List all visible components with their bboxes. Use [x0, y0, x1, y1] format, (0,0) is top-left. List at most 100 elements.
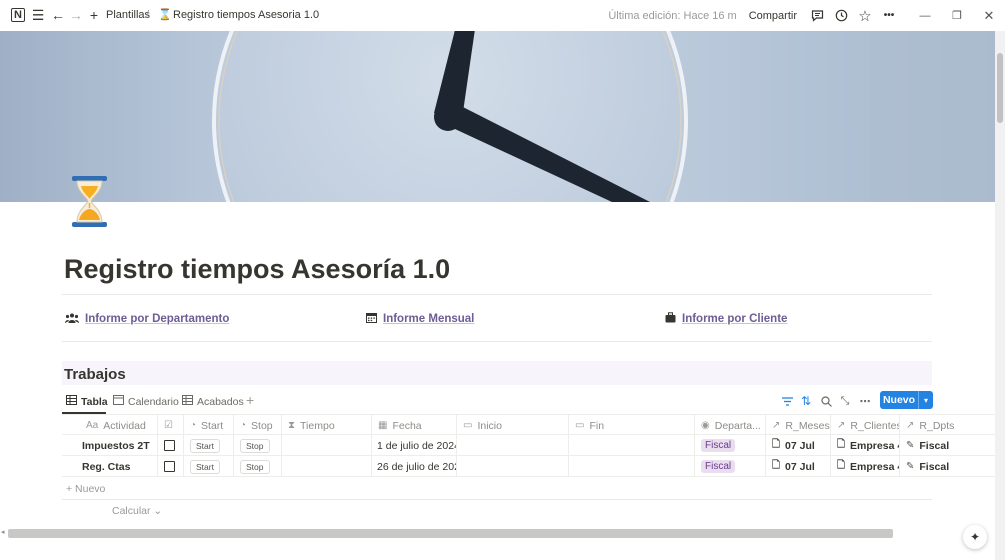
vertical-scrollbar-thumb[interactable] [997, 53, 1003, 123]
more-options-icon[interactable]: ⋯ [857, 393, 873, 409]
scroll-left-arrow-icon[interactable]: ◂ [1, 528, 5, 536]
title-divider [62, 294, 932, 295]
forward-arrow-icon[interactable]: → [66, 5, 86, 25]
cell-fecha[interactable]: 26 de julio de 2024 [372, 456, 457, 477]
restore-window-icon[interactable]: ❐ [941, 0, 973, 31]
cell-fin[interactable] [569, 435, 695, 456]
close-window-icon[interactable]: ✕ [973, 0, 1005, 31]
hourglass-icon[interactable] [70, 172, 110, 228]
report-link-cliente[interactable]: Informe por Cliente [665, 312, 787, 326]
minimize-window-icon[interactable]: — [909, 0, 941, 31]
checkbox[interactable] [164, 440, 175, 451]
column-header-label: Fin [589, 419, 605, 432]
report-link-label: Informe por Departamento [85, 313, 230, 325]
column-header-fecha[interactable]: ▦ Fecha [372, 415, 457, 436]
cell-fin[interactable] [569, 456, 695, 477]
cell-inicio[interactable] [457, 456, 569, 477]
column-header-tiempo[interactable]: ⧗ Tiempo [282, 415, 372, 436]
cell-stop: Stop [234, 435, 282, 456]
report-link-departamento[interactable]: Informe por Departamento [65, 312, 229, 326]
breadcrumb-current-page[interactable]: Registro tiempos Asesoria 1.0 [173, 9, 319, 21]
cell-r-meses[interactable]: 🗋 07 Jul [766, 435, 831, 456]
more-options-icon[interactable]: ••• [879, 6, 899, 26]
cell-actividad[interactable]: Impuestos 2T [62, 435, 158, 456]
cell-r-meses[interactable]: 🗋 07 Jul [766, 456, 831, 477]
cell-r-dpts[interactable]: ✎ Fiscal [900, 456, 995, 477]
notion-logo-icon[interactable]: N [11, 8, 25, 22]
start-button[interactable]: Start [190, 438, 220, 453]
expand-icon[interactable]: ⤡ [837, 393, 853, 409]
stop-button[interactable]: Stop [240, 438, 270, 453]
back-arrow-icon[interactable]: ← [48, 5, 68, 25]
cell-actividad[interactable]: Reg. Ctas [62, 456, 158, 477]
database-title[interactable]: Trabajos [64, 366, 126, 383]
tab-acabados[interactable]: Acabados [182, 395, 244, 408]
page-title[interactable]: Registro tiempos Asesoría 1.0 [64, 254, 450, 285]
checkbox[interactable] [164, 461, 175, 472]
report-link-label: Informe Mensual [383, 313, 475, 325]
cover-image [0, 31, 995, 202]
column-header-start[interactable]: ◔ Start [184, 415, 234, 436]
cell-r-clientes[interactable]: 🗋 Empresa 4 [831, 435, 900, 456]
breadcrumb-plantillas[interactable]: Plantillas [106, 9, 150, 21]
report-link-mensual[interactable]: Informe Mensual [366, 312, 474, 326]
start-button[interactable]: Start [190, 459, 220, 474]
chevron-down-icon[interactable]: ▾ [918, 391, 933, 409]
cell-departamento[interactable]: Fiscal [695, 435, 766, 456]
cell-r-clientes[interactable]: 🗋 Empresa 4 [831, 456, 900, 477]
column-header-fin[interactable]: ▭ Fin [569, 415, 695, 436]
table-row[interactable]: Reg. Ctas Start Stop 26 de julio de 2024… [62, 456, 995, 477]
column-header-r-clientes[interactable]: ↗ R_Clientes [831, 415, 900, 436]
column-header-inicio[interactable]: ▭ Inicio [457, 415, 569, 436]
column-header-label: R_Dpts [919, 419, 955, 432]
column-header-label: Departa... [714, 419, 761, 432]
column-header-r-meses[interactable]: ↗ R_Meses [766, 415, 831, 436]
calendar-icon [366, 312, 377, 326]
column-header-actividad[interactable]: Aa Actividad [62, 415, 158, 436]
add-page-icon[interactable]: + [84, 5, 104, 25]
new-record-button[interactable]: Nuevo ▾ [880, 391, 933, 409]
new-record-label: Nuevo [882, 394, 916, 406]
column-header-stop[interactable]: ◔ Stop [234, 415, 282, 436]
search-icon[interactable] [818, 393, 834, 409]
cell-r-dpts[interactable]: ✎ Fiscal [900, 435, 995, 456]
cell-fecha[interactable]: 1 de julio de 2024 [372, 435, 457, 456]
column-header-departamento[interactable]: ◉ Departa... [695, 415, 766, 436]
column-header-checkbox[interactable]: ☑ [158, 415, 184, 436]
page-icon: 🗋 [837, 460, 846, 471]
column-header-label: R_Meses [785, 419, 830, 432]
cell-departamento[interactable]: Fiscal [695, 456, 766, 477]
calculate-dropdown[interactable]: Calcular ⌄ [112, 505, 162, 517]
vertical-scrollbar[interactable] [995, 31, 1005, 560]
tab-tabla[interactable]: Tabla [66, 395, 108, 408]
filter-icon[interactable] [779, 393, 795, 409]
last-edited-text: Última edición: Hace 16 m [608, 9, 737, 22]
text-type-icon: Aa [86, 420, 99, 431]
horizontal-scrollbar[interactable] [8, 529, 893, 538]
cell-checkbox[interactable] [158, 435, 184, 456]
relation-value: 07 Jul [785, 460, 815, 473]
cell-tiempo[interactable] [282, 435, 372, 456]
top-right-actions: Última edición: Hace 16 m Compartir ☆ ••… [608, 0, 1005, 31]
comments-icon[interactable] [807, 6, 827, 26]
cell-inicio[interactable] [457, 435, 569, 456]
cell-tiempo[interactable] [282, 456, 372, 477]
table-icon [182, 395, 193, 408]
favorite-star-icon[interactable]: ☆ [855, 6, 875, 26]
add-view-button[interactable]: + [246, 392, 254, 408]
hourglass-small-icon: ⌛ [158, 9, 172, 21]
button-type-icon: ◔ [240, 420, 247, 431]
add-row-button[interactable]: + Nuevo [66, 483, 105, 495]
share-button[interactable]: Compartir [749, 10, 797, 22]
column-header-label: Fecha [392, 419, 422, 432]
sort-icon[interactable]: ⇅ [798, 393, 814, 409]
column-header-r-dpts[interactable]: ↗ R_Dpts [900, 415, 995, 436]
menu-icon[interactable]: ☰ [28, 5, 48, 25]
ai-sparkle-icon[interactable]: ✦ [963, 525, 987, 549]
tab-calendario[interactable]: Calendario [113, 395, 179, 408]
history-icon[interactable] [831, 6, 851, 26]
table-row[interactable]: Impuestos 2T Start Stop 1 de julio de 20… [62, 435, 995, 456]
cell-checkbox[interactable] [158, 456, 184, 477]
stop-button[interactable]: Stop [240, 459, 270, 474]
column-header-label: Actividad [103, 419, 146, 432]
